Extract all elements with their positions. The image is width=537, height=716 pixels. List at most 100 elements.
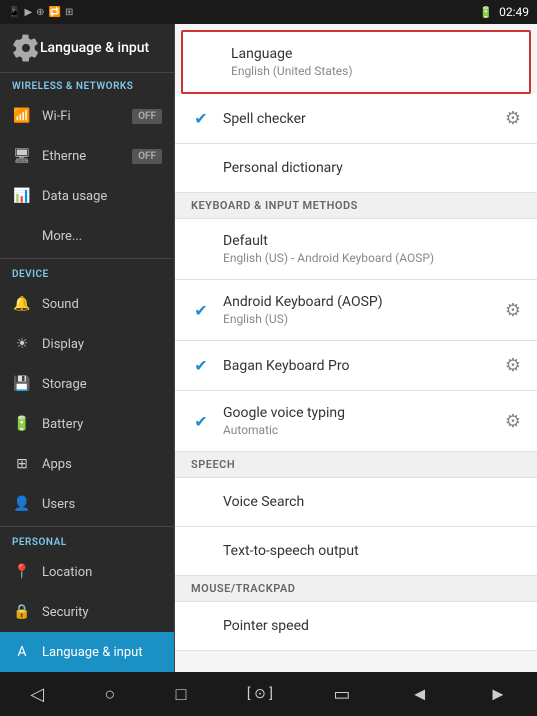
- content-item-android-keyboard[interactable]: ✔ Android Keyboard (AOSP) English (US) ⚙: [175, 280, 537, 341]
- language-check-spacer: [199, 52, 219, 72]
- status-bar-right: 🔋 02:49: [479, 5, 529, 19]
- main-layout: Language & input WIRELESS & NETWORKS 📶 W…: [0, 24, 537, 672]
- sidebar-item-wifi-label: Wi-Fi: [42, 109, 71, 124]
- section-label-personal: PERSONAL: [0, 529, 174, 552]
- content-item-google-voice-typing[interactable]: ✔ Google voice typing Automatic ⚙: [175, 391, 537, 452]
- content-item-default[interactable]: Default English (US) - Android Keyboard …: [175, 219, 537, 280]
- vs-text: Voice Search: [223, 494, 304, 510]
- spell-checker-settings-icon[interactable]: ⚙: [505, 108, 521, 129]
- sidebar-item-apps[interactable]: ⊞ Apps: [0, 444, 174, 484]
- sidebar-item-apps-label: Apps: [42, 457, 72, 472]
- content-item-spell-checker[interactable]: ✔ Spell checker ⚙: [175, 94, 537, 144]
- gvt-left: ✔ Google voice typing Automatic: [191, 405, 345, 437]
- content-item-voice-search[interactable]: Voice Search: [175, 478, 537, 527]
- vs-title: Voice Search: [223, 494, 304, 510]
- default-text: Default English (US) - Android Keyboard …: [223, 233, 434, 265]
- default-left: Default English (US) - Android Keyboard …: [191, 233, 434, 265]
- sidebar-item-language-input[interactable]: A Language & input: [0, 632, 174, 672]
- location-icon: 📍: [12, 562, 32, 582]
- sidebar-item-ethernet-label: Etherne: [42, 149, 86, 164]
- wifi-icon: 📶: [12, 106, 32, 126]
- display-icon: ☀: [12, 334, 32, 354]
- sidebar-header: Language & input: [0, 24, 174, 73]
- nav-camera-button[interactable]: ▭: [325, 676, 358, 713]
- tts-check-spacer: [191, 541, 211, 561]
- content-area: Language English (United States) ✔ Spell…: [175, 24, 537, 672]
- gear-icon: [12, 34, 40, 62]
- status-bar: 📱 ▶ ⊕ 🔁 ⊞ 🔋 02:49: [0, 0, 537, 24]
- bagan-kb-text: Bagan Keyboard Pro: [223, 358, 349, 374]
- personal-dict-text: Personal dictionary: [223, 160, 343, 176]
- security-icon: 🔒: [12, 602, 32, 622]
- ps-text: Pointer speed: [223, 618, 309, 634]
- ethernet-icon: 🖥: [12, 146, 32, 166]
- sidebar-item-location[interactable]: 📍 Location: [0, 552, 174, 592]
- divider-device: [0, 258, 174, 259]
- apps-icon: ⊞: [12, 454, 32, 474]
- ps-check-spacer: [191, 616, 211, 636]
- sidebar-item-battery[interactable]: 🔋 Battery: [0, 404, 174, 444]
- spell-checker-title: Spell checker: [223, 111, 306, 127]
- nav-vol-down-button[interactable]: ◄: [403, 676, 437, 713]
- sidebar-item-storage[interactable]: 💾 Storage: [0, 364, 174, 404]
- sidebar-item-wifi[interactable]: 📶 Wi-Fi OFF: [0, 96, 174, 136]
- sidebar-item-display-label: Display: [42, 337, 84, 352]
- section-label-device: DEVICE: [0, 261, 174, 284]
- default-check-spacer: [191, 239, 211, 259]
- language-title: Language: [231, 46, 353, 62]
- nav-back-button[interactable]: ◁: [22, 676, 52, 713]
- more-icon: [12, 226, 32, 246]
- sidebar-item-location-label: Location: [42, 565, 92, 580]
- sidebar-item-ethernet[interactable]: 🖥 Etherne OFF: [0, 136, 174, 176]
- language-subtitle: English (United States): [231, 64, 353, 78]
- bagan-kb-check: ✔: [191, 356, 211, 376]
- wifi-toggle[interactable]: OFF: [132, 109, 162, 124]
- users-icon: 👤: [12, 494, 32, 514]
- language-input-icon: A: [12, 642, 32, 662]
- ps-title: Pointer speed: [223, 618, 309, 634]
- content-item-language[interactable]: Language English (United States): [181, 30, 531, 94]
- spell-checker-text: Spell checker: [223, 111, 306, 127]
- tts-title: Text-to-speech output: [223, 543, 359, 559]
- sidebar-item-sound-label: Sound: [42, 297, 79, 312]
- nav-screenshot-button[interactable]: [ ⊙ ]: [239, 678, 281, 710]
- sidebar-item-sound[interactable]: 🔔 Sound: [0, 284, 174, 324]
- section-keyboard: KEYBOARD & INPUT METHODS: [175, 193, 537, 219]
- content-item-tts[interactable]: Text-to-speech output: [175, 527, 537, 576]
- vs-left: Voice Search: [191, 492, 304, 512]
- gvt-settings-icon[interactable]: ⚙: [505, 411, 521, 432]
- tts-left: Text-to-speech output: [191, 541, 359, 561]
- android-kb-check: ✔: [191, 300, 211, 320]
- nav-recent-button[interactable]: □: [168, 676, 195, 713]
- android-kb-settings-icon[interactable]: ⚙: [505, 300, 521, 321]
- sidebar-item-data-usage-label: Data usage: [42, 189, 107, 204]
- gvt-title: Google voice typing: [223, 405, 345, 421]
- sidebar-item-storage-label: Storage: [42, 377, 87, 392]
- nav-vol-up-button[interactable]: ►: [481, 676, 515, 713]
- android-kb-text: Android Keyboard (AOSP) English (US): [223, 294, 383, 326]
- sidebar-item-display[interactable]: ☀ Display: [0, 324, 174, 364]
- content-item-pointer-speed[interactable]: Pointer speed: [175, 602, 537, 651]
- ethernet-toggle[interactable]: OFF: [132, 149, 162, 164]
- gvt-text: Google voice typing Automatic: [223, 405, 345, 437]
- android-kb-left: ✔ Android Keyboard (AOSP) English (US): [191, 294, 383, 326]
- content-item-personal-dictionary[interactable]: Personal dictionary: [175, 144, 537, 193]
- vs-check-spacer: [191, 492, 211, 512]
- sidebar-item-security[interactable]: 🔒 Security: [0, 592, 174, 632]
- default-title: Default: [223, 233, 434, 249]
- sidebar-item-more[interactable]: More...: [0, 216, 174, 256]
- sidebar-header-title: Language & input: [40, 40, 149, 56]
- personal-dict-title: Personal dictionary: [223, 160, 343, 176]
- sidebar-item-users[interactable]: 👤 Users: [0, 484, 174, 524]
- nav-bar: ◁ ○ □ [ ⊙ ] ▭ ◄ ►: [0, 672, 537, 716]
- bagan-kb-settings-icon[interactable]: ⚙: [505, 355, 521, 376]
- sidebar-item-battery-label: Battery: [42, 417, 83, 432]
- ps-left: Pointer speed: [191, 616, 309, 636]
- content-item-bagan-keyboard[interactable]: ✔ Bagan Keyboard Pro ⚙: [175, 341, 537, 391]
- personal-dict-check-spacer: [191, 158, 211, 178]
- sidebar: Language & input WIRELESS & NETWORKS 📶 W…: [0, 24, 175, 672]
- section-speech: SPEECH: [175, 452, 537, 478]
- nav-home-button[interactable]: ○: [96, 676, 123, 713]
- sidebar-item-data-usage[interactable]: 📊 Data usage: [0, 176, 174, 216]
- bagan-kb-title: Bagan Keyboard Pro: [223, 358, 349, 374]
